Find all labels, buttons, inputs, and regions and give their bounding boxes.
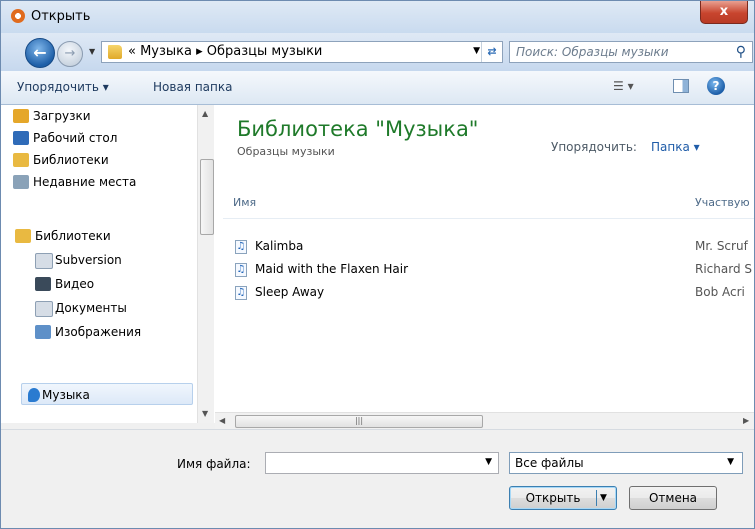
- command-bar: Упорядочить ▾ Новая папка ☰ ▾ ?: [1, 71, 754, 105]
- sidebar-item-label: Музыка: [42, 388, 90, 402]
- audio-file-icon: ♫: [235, 240, 247, 254]
- chevron-down-icon[interactable]: ▼: [727, 457, 734, 467]
- arrange-by-label: Упорядочить:: [551, 140, 637, 154]
- open-dialog: Открыть x ← → ▼ « Музыка ▸ Образцы музык…: [0, 0, 755, 529]
- library-subtitle: Образцы музыки: [237, 145, 335, 158]
- open-button[interactable]: Открыть ▼: [509, 486, 617, 510]
- navigation-bar: ← → ▼ « Музыка ▸ Образцы музыки ▼ ⇄ Поис…: [1, 33, 754, 71]
- forward-button[interactable]: →: [57, 41, 83, 67]
- list-item[interactable]: ♫ Maid with the Flaxen Hair Richard S: [235, 261, 754, 283]
- sidebar-item-label: Документы: [55, 301, 127, 315]
- libraries-icon: [13, 153, 29, 167]
- horizontal-scrollbar[interactable]: ◀ ||| ▶: [215, 412, 754, 429]
- back-button[interactable]: ←: [25, 38, 55, 68]
- folder-icon: [108, 45, 122, 59]
- sidebar-item-label: Изображения: [55, 325, 142, 339]
- sidebar-item-libraries[interactable]: Библиотеки: [15, 225, 205, 247]
- dialog-footer: Имя файла: ▼ Все файлы ▼ Открыть ▼ Отмен…: [1, 429, 754, 528]
- organize-button[interactable]: Упорядочить ▾: [17, 80, 109, 94]
- header-divider: [223, 218, 754, 219]
- sidebar-item-label: Subversion: [55, 253, 122, 267]
- sidebar-item-subversion[interactable]: Subversion: [35, 249, 215, 271]
- recent-places-icon: [13, 175, 29, 189]
- column-header-participants[interactable]: Участвую: [695, 196, 750, 209]
- list-item[interactable]: ♫ Sleep Away Bob Acri: [235, 284, 754, 306]
- document-icon: [35, 253, 53, 269]
- file-artist: Richard S: [695, 262, 752, 276]
- new-folder-button[interactable]: Новая папка: [153, 80, 232, 94]
- sidebar-item-documents[interactable]: Документы: [35, 297, 215, 319]
- app-icon: [11, 9, 25, 23]
- sidebar-item-video[interactable]: Видео: [35, 273, 215, 295]
- sidebar-item-recent-places[interactable]: Недавние места: [13, 171, 203, 193]
- audio-file-icon: ♫: [235, 263, 247, 277]
- video-icon: [35, 277, 51, 291]
- sidebar-item-pictures[interactable]: Изображения: [35, 321, 215, 343]
- split-divider: [596, 490, 597, 506]
- downloads-folder-icon: [13, 109, 29, 123]
- sidebar-item-label: Недавние места: [33, 175, 137, 189]
- list-item[interactable]: ♫ Kalimba Mr. Scruf: [235, 238, 754, 260]
- open-options-dropdown-icon[interactable]: ▼: [600, 487, 607, 509]
- address-path[interactable]: « Музыка ▸ Образцы музыки: [128, 44, 322, 59]
- preview-pane-icon[interactable]: [673, 79, 689, 93]
- scroll-up-icon[interactable]: ▲: [202, 109, 208, 118]
- scrollbar-thumb[interactable]: [200, 159, 214, 235]
- sidebar-item-downloads[interactable]: Загрузки: [13, 105, 203, 127]
- sidebar-item-libraries-fav[interactable]: Библиотеки: [13, 149, 203, 171]
- window-title: Открыть: [31, 9, 91, 24]
- audio-file-icon: ♫: [235, 286, 247, 300]
- search-placeholder: Поиск: Образцы музыки: [516, 45, 669, 59]
- scroll-down-icon[interactable]: ▼: [202, 409, 208, 418]
- libraries-icon: [15, 229, 31, 243]
- file-name: Sleep Away: [255, 285, 325, 299]
- sidebar-item-label: Рабочий стол: [33, 131, 118, 145]
- sidebar-item-label: Библиотеки: [35, 229, 111, 243]
- scroll-left-icon[interactable]: ◀: [219, 416, 225, 425]
- cancel-button[interactable]: Отмена: [629, 486, 717, 510]
- recent-pages-dropdown-icon[interactable]: ▼: [89, 47, 95, 56]
- sidebar-item-music[interactable]: Музыка: [21, 383, 193, 405]
- file-type-select[interactable]: Все файлы ▼: [509, 452, 743, 474]
- file-artist: Bob Acri: [695, 285, 745, 299]
- desktop-icon: [13, 131, 29, 145]
- music-icon: [28, 388, 40, 402]
- pictures-icon: [35, 325, 51, 339]
- file-name: Kalimba: [255, 239, 304, 253]
- filename-input[interactable]: ▼: [265, 452, 499, 474]
- scroll-right-icon[interactable]: ▶: [743, 416, 749, 425]
- arrange-by-dropdown[interactable]: Папка ▾: [651, 140, 700, 154]
- refresh-icon[interactable]: ⇄: [481, 42, 502, 62]
- help-icon[interactable]: ?: [707, 77, 725, 95]
- filename-history-dropdown-icon[interactable]: ▼: [485, 457, 492, 467]
- documents-icon: [35, 301, 53, 317]
- file-type-value: Все файлы: [515, 456, 584, 470]
- filename-label: Имя файла:: [177, 457, 251, 471]
- address-bar[interactable]: « Музыка ▸ Образцы музыки ▼ ⇄: [101, 41, 503, 63]
- sidebar-item-label: Видео: [55, 277, 95, 291]
- sidebar-item-desktop[interactable]: Рабочий стол: [13, 127, 203, 149]
- file-artist: Mr. Scruf: [695, 239, 748, 253]
- title-bar: Открыть x: [1, 1, 754, 33]
- search-icon[interactable]: ⚲: [736, 44, 746, 60]
- sidebar-item-label: Библиотеки: [33, 153, 109, 167]
- navigation-pane: Загрузки Рабочий стол Библиотеки Недавни…: [1, 105, 216, 423]
- library-title: Библиотека "Музыка": [237, 117, 479, 141]
- address-dropdown-icon[interactable]: ▼: [473, 46, 480, 56]
- scrollbar-thumb[interactable]: |||: [235, 415, 483, 428]
- file-list-pane: Библиотека "Музыка" Образцы музыки Упоря…: [215, 105, 754, 412]
- close-button[interactable]: x: [700, 1, 748, 24]
- file-name: Maid with the Flaxen Hair: [255, 262, 409, 276]
- view-options-icon[interactable]: ☰ ▾: [613, 79, 634, 93]
- column-header-name[interactable]: Имя: [233, 196, 256, 209]
- sidebar-scrollbar[interactable]: ▲ ▼: [197, 105, 214, 423]
- open-button-label: Открыть: [525, 491, 581, 505]
- search-input[interactable]: Поиск: Образцы музыки ⚲: [509, 41, 753, 63]
- sidebar-item-label: Загрузки: [33, 109, 91, 123]
